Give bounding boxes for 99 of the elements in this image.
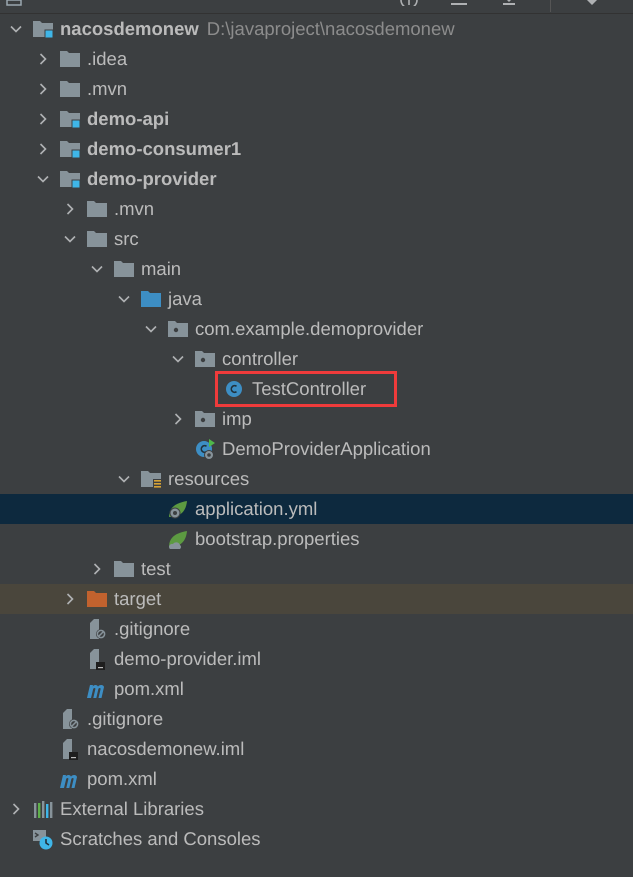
tree-row[interactable]: bootstrap.properties [0,524,633,554]
tree-row[interactable]: Scratches and Consoles [0,824,633,854]
tree-row[interactable]: .mvn [0,74,633,104]
chevron-down-icon[interactable] [10,23,22,35]
tree-row[interactable]: controller [0,344,633,374]
item-label: demo-consumer1 [87,138,242,160]
item-label: pom.xml [114,678,184,700]
arrow-up-icon [500,0,518,6]
package-icon [167,318,189,340]
chevron-down-icon[interactable] [145,323,157,335]
tree-row[interactable]: demo-provider.iml [0,644,633,674]
tree-row[interactable]: External Libraries [0,794,633,824]
item-label: demo-api [87,108,170,130]
chevron-right-icon[interactable] [37,83,49,95]
folder-icon [59,48,81,70]
tree-row[interactable]: demo-api [0,104,633,134]
module-folder-icon [32,18,54,40]
tree-row[interactable]: pom.xml [0,764,633,794]
module-folder-icon [59,108,81,130]
leaf-icon [167,528,189,550]
folder-icon [86,588,108,610]
item-label: src [114,228,139,250]
path-text: D:\javaproject\nacosdemonew [206,18,455,40]
tree-row[interactable]: .gitignore [0,614,633,644]
tree-row[interactable]: resources [0,464,633,494]
chevron-right-icon[interactable] [37,53,49,65]
chevron-right-icon[interactable] [37,143,49,155]
item-label: resources [168,468,250,490]
item-label: .mvn [87,78,128,100]
tree-row[interactable]: nacosdemonew D:\javaproject\nacosdemonew [0,14,633,44]
chevron-down-icon[interactable] [91,263,103,275]
tree-row[interactable]: pom.xml [0,674,633,704]
collapse-icon [450,0,468,6]
item-label: demo-provider [87,168,217,190]
item-label: TestController [252,378,366,400]
chevron-right-icon[interactable] [10,803,22,815]
item-label: com.example.demoprovider [195,318,424,340]
tree-row[interactable]: target [0,584,633,614]
tree-row[interactable]: main [0,254,633,284]
chevron-right-icon[interactable] [64,203,76,215]
chevron-down-icon[interactable] [64,233,76,245]
chevron-right-icon[interactable] [37,113,49,125]
item-label: test [141,558,171,580]
chevron-right-icon[interactable] [91,563,103,575]
library-icon [32,798,54,820]
item-label: .gitignore [87,708,164,730]
tree-row[interactable]: demo-provider [0,164,633,194]
item-label: target [114,588,162,610]
window-icon [6,0,22,6]
item-label: nacosdemonew.iml [87,738,244,760]
module-folder-icon [59,168,81,190]
tree-row[interactable]: DemoProviderApplication [0,434,633,464]
tree-row[interactable]: TestController [0,374,633,404]
tree-row[interactable]: nacosdemonew.iml [0,734,633,764]
item-label: bootstrap.properties [195,528,360,550]
item-label: .idea [87,48,128,70]
item-label: .mvn [114,198,154,220]
item-label: Scratches and Consoles [60,828,261,850]
item-label: nacosdemonew [60,18,199,40]
tree-row[interactable]: src [0,224,633,254]
package-icon [194,348,216,370]
application-class-icon [194,438,216,460]
folder-icon [59,78,81,100]
tree-row[interactable]: test [0,554,633,584]
tree-row[interactable]: demo-consumer1 [0,134,633,164]
item-label: java [168,288,202,310]
module-folder-icon [59,138,81,160]
chevron-right-icon[interactable] [172,413,184,425]
resources-folder-icon [140,468,162,490]
tree-row[interactable]: application.yml [0,494,633,524]
leaf-gear-icon [167,498,189,520]
item-label: DemoProviderApplication [222,438,431,460]
item-label: External Libraries [60,798,204,820]
scratch-clock-icon [32,828,54,850]
tree-row[interactable]: imp [0,404,633,434]
folder-icon [113,258,135,280]
item-label: controller [222,348,298,370]
chevron-down-icon[interactable] [118,473,130,485]
tree-row[interactable]: com.example.demoprovider [0,314,633,344]
package-icon [194,408,216,430]
item-label: application.yml [195,498,318,520]
tree-row[interactable]: .gitignore [0,704,633,734]
folder-icon [86,228,108,250]
item-label: demo-provider.iml [114,648,262,670]
target-icon [400,0,418,6]
folder-icon [113,558,135,580]
source-folder-icon [140,288,162,310]
tree-row[interactable]: .mvn [0,194,633,224]
item-label: main [141,258,182,280]
chevron-down-icon[interactable] [37,173,49,185]
item-label: pom.xml [87,768,157,790]
item-label: imp [222,408,252,430]
chevron-down-icon[interactable] [118,293,130,305]
chevron-right-icon[interactable] [64,593,76,605]
tree-row[interactable]: java [0,284,633,314]
chevron-down-icon[interactable] [172,353,184,365]
tree-row[interactable]: .idea [0,44,633,74]
folder-icon [86,198,108,220]
item-label: .gitignore [114,618,190,640]
